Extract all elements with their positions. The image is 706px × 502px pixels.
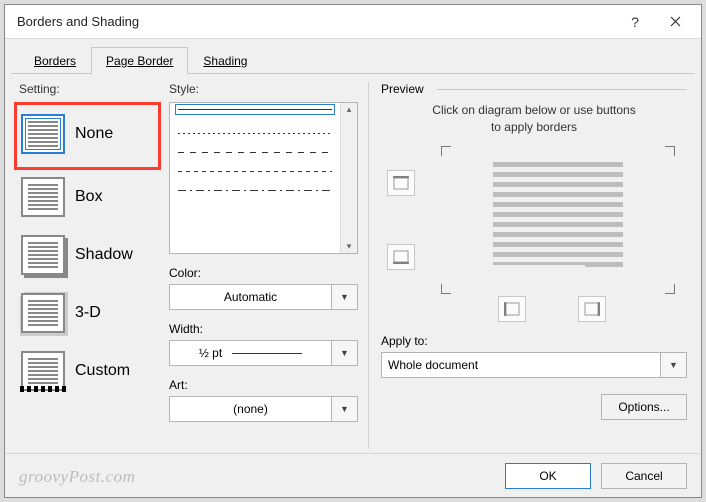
apply-to-value: Whole document	[381, 352, 661, 378]
preview-column: Preview Click on diagram below or use bu…	[377, 82, 687, 449]
chevron-down-icon: ▼	[661, 352, 687, 378]
style-option-dash-short[interactable]	[178, 171, 332, 172]
custom-icon	[21, 351, 65, 391]
setting-shadow[interactable]: Shadow	[19, 228, 161, 282]
setting-shadow-label: Shadow	[75, 246, 133, 264]
box-icon	[21, 177, 65, 217]
style-scrollbar[interactable]	[340, 103, 357, 253]
setting-custom[interactable]: Custom	[19, 344, 161, 398]
setting-none[interactable]: None	[19, 107, 156, 161]
art-combo[interactable]: (none) ▼	[169, 396, 358, 422]
width-value: ½ pt	[169, 340, 332, 366]
apply-to-combo[interactable]: Whole document ▼	[381, 352, 687, 378]
setting-3d[interactable]: 3-D	[19, 286, 161, 340]
borders-shading-dialog: Borders and Shading ? Borders Page Borde…	[4, 4, 702, 498]
art-label: Art:	[169, 378, 358, 392]
tab-page-border[interactable]: Page Border	[91, 47, 188, 75]
titlebar: Borders and Shading ?	[5, 5, 701, 39]
document-icon	[493, 162, 623, 270]
setting-3d-label: 3-D	[75, 304, 101, 322]
preview-area	[381, 146, 687, 294]
setting-none-label: None	[75, 125, 113, 143]
style-option-dotted[interactable]	[178, 133, 332, 134]
none-highlight: None	[14, 102, 161, 170]
setting-label: Setting:	[19, 82, 161, 96]
setting-box[interactable]: Box	[19, 170, 161, 224]
edge-buttons-vertical	[381, 146, 421, 294]
edge-buttons-horizontal	[417, 296, 687, 322]
tab-shading[interactable]: Shading	[188, 47, 262, 74]
color-label: Color:	[169, 266, 358, 280]
border-left-button[interactable]	[498, 296, 526, 322]
border-bottom-button[interactable]	[387, 244, 415, 270]
width-label: Width:	[169, 322, 358, 336]
dialog-body: Setting: None Box Shadow 3-D	[5, 74, 701, 453]
preview-message: Click on diagram below or use buttonsto …	[381, 102, 687, 136]
dialog-footer: OK Cancel	[5, 453, 701, 497]
style-option-solid[interactable]	[175, 104, 335, 115]
style-option-dash-dot[interactable]	[178, 190, 332, 191]
color-value: Automatic	[169, 284, 332, 310]
none-icon	[21, 114, 65, 154]
chevron-down-icon: ▼	[332, 284, 358, 310]
apply-to-label: Apply to:	[381, 334, 687, 348]
style-column: Style: Color: Automatic ▼ Width: ½ pt	[169, 82, 369, 449]
close-button[interactable]	[655, 8, 695, 36]
color-combo[interactable]: Automatic ▼	[169, 284, 358, 310]
help-button[interactable]: ?	[615, 8, 655, 36]
ok-button[interactable]: OK	[505, 463, 591, 489]
threeD-icon	[21, 293, 65, 333]
setting-box-label: Box	[75, 188, 103, 206]
style-option-dash-long[interactable]	[178, 152, 332, 153]
art-value: (none)	[169, 396, 332, 422]
shadow-icon	[21, 235, 65, 275]
setting-custom-label: Custom	[75, 362, 130, 380]
close-icon	[670, 16, 681, 27]
cancel-button[interactable]: Cancel	[601, 463, 687, 489]
tab-strip: Borders Page Border Shading	[5, 47, 701, 74]
chevron-down-icon: ▼	[332, 396, 358, 422]
chevron-down-icon: ▼	[332, 340, 358, 366]
options-button[interactable]: Options...	[601, 394, 687, 420]
window-title: Borders and Shading	[17, 14, 615, 29]
tab-borders[interactable]: Borders	[19, 47, 91, 74]
preview-label: Preview	[381, 82, 687, 96]
setting-column: Setting: None Box Shadow 3-D	[19, 82, 161, 449]
border-top-button[interactable]	[387, 170, 415, 196]
style-label: Style:	[169, 82, 358, 96]
style-lines	[170, 103, 340, 253]
width-combo[interactable]: ½ pt ▼	[169, 340, 358, 366]
style-list[interactable]	[169, 102, 358, 254]
border-right-button[interactable]	[578, 296, 606, 322]
preview-diagram[interactable]	[429, 146, 687, 294]
